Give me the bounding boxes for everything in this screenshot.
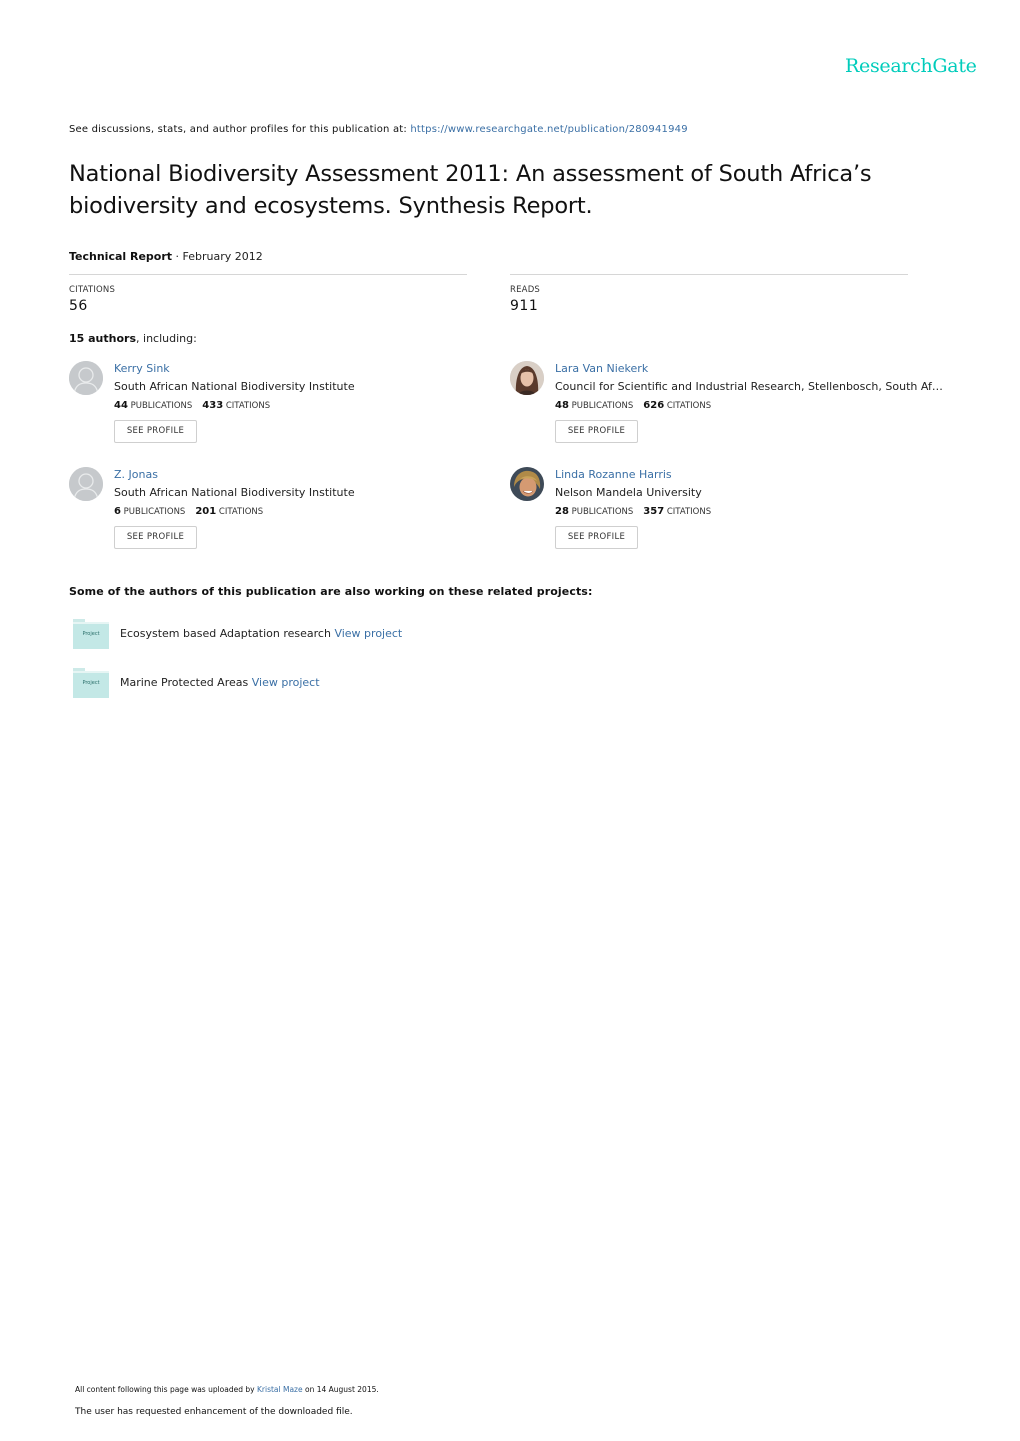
author-institution: South African National Biodiversity Inst… [114,486,355,499]
project-text: Marine Protected Areas View project [120,676,320,689]
citations-label: CITATIONS [218,507,264,517]
publications-label: PUBLICATIONS [571,401,634,411]
project-name: Marine Protected Areas [120,676,249,689]
author-photo[interactable] [510,467,544,501]
author-institution: South African National Biodiversity Inst… [114,380,355,393]
reads-value: 911 [510,298,539,314]
reads-label: READS [510,285,541,295]
author-citations-count: 626 [643,400,665,411]
author-name-link[interactable]: Kerry Sink [114,362,170,375]
upload-note-suffix: on 14 August 2015. [302,1385,379,1394]
citations-label: CITATIONS [666,401,712,411]
upload-note-prefix: All content following this page was uplo… [75,1385,257,1394]
author-stats: 44 PUBLICATIONS 433 CITATIONS [114,400,270,411]
author-photo[interactable] [510,361,544,395]
project-folder-icon: Project [73,619,109,649]
author-name-link[interactable]: Z. Jonas [114,468,158,481]
authors-count: 15 authors, including: [69,332,197,345]
author-name-link[interactable]: Lara Van Niekerk [555,362,648,375]
authors-count-number: 15 authors [69,332,137,345]
project-folder-label: Project [82,680,100,686]
researchgate-logo[interactable]: ResearchGate [845,55,977,77]
author-stats: 48 PUBLICATIONS 626 CITATIONS [555,400,711,411]
author-card: Linda Rozanne Harris Nelson Mandela Univ… [510,467,950,557]
author-name-link[interactable]: Linda Rozanne Harris [555,468,672,481]
author-stats: 28 PUBLICATIONS 357 CITATIONS [555,506,711,517]
author-citations-count: 201 [195,506,217,517]
citations-label: CITATIONS [69,285,116,295]
publication-meta: Technical Report · February 2012 [69,250,263,263]
see-profile-button[interactable]: SEE PROFILE [555,420,638,443]
reads-stat: READS 911 [510,274,908,314]
author-publications-count: 6 [114,506,121,517]
default-avatar-icon[interactable] [69,467,103,501]
citations-value: 56 [69,298,88,314]
author-publications-count: 28 [555,506,569,517]
citations-label: CITATIONS [666,507,712,517]
related-projects-heading: Some of the authors of this publication … [69,585,593,598]
enhancement-note: The user has requested enhancement of th… [75,1407,353,1417]
publications-label: PUBLICATIONS [571,507,634,517]
publication-title: National Biodiversity Assessment 2011: A… [69,161,872,219]
author-publications-count: 48 [555,400,569,411]
publications-label: PUBLICATIONS [130,401,193,411]
see-discussions-text: See discussions, stats, and author profi… [69,124,411,135]
project-folder-label: Project [82,631,100,637]
citations-label: CITATIONS [225,401,271,411]
upload-note: All content following this page was uplo… [75,1385,379,1394]
see-profile-button[interactable]: SEE PROFILE [114,420,197,443]
author-card: Z. Jonas South African National Biodiver… [69,467,509,557]
project-text: Ecosystem based Adaptation research View… [120,627,402,640]
author-citations-count: 357 [643,506,665,517]
see-discussions-line: See discussions, stats, and author profi… [69,124,688,135]
view-project-link[interactable]: View project [252,676,320,689]
author-institution: Nelson Mandela University [555,486,702,499]
view-project-link[interactable]: View project [334,627,402,640]
meta-separator: · [172,250,183,263]
author-publications-count: 44 [114,400,128,411]
publication-type: Technical Report [69,250,173,263]
publication-date: February 2012 [182,250,263,263]
project-name: Ecosystem based Adaptation research [120,627,331,640]
citations-stat: CITATIONS 56 [69,274,467,314]
author-card: Lara Van Niekerk Council for Scientific … [510,361,970,451]
author-citations-count: 433 [202,400,224,411]
default-avatar-icon[interactable] [69,361,103,395]
author-card: Kerry Sink South African National Biodiv… [69,361,509,451]
publications-label: PUBLICATIONS [123,507,186,517]
see-profile-button[interactable]: SEE PROFILE [555,526,638,549]
publication-url-link[interactable]: https://www.researchgate.net/publication… [410,124,687,135]
uploader-link[interactable]: Kristal Maze [257,1385,303,1394]
authors-count-suffix: , including: [136,332,197,345]
author-institution: Council for Scientific and Industrial Re… [555,380,943,393]
author-stats: 6 PUBLICATIONS 201 CITATIONS [114,506,263,517]
see-profile-button[interactable]: SEE PROFILE [114,526,197,549]
project-folder-icon: Project [73,668,109,698]
